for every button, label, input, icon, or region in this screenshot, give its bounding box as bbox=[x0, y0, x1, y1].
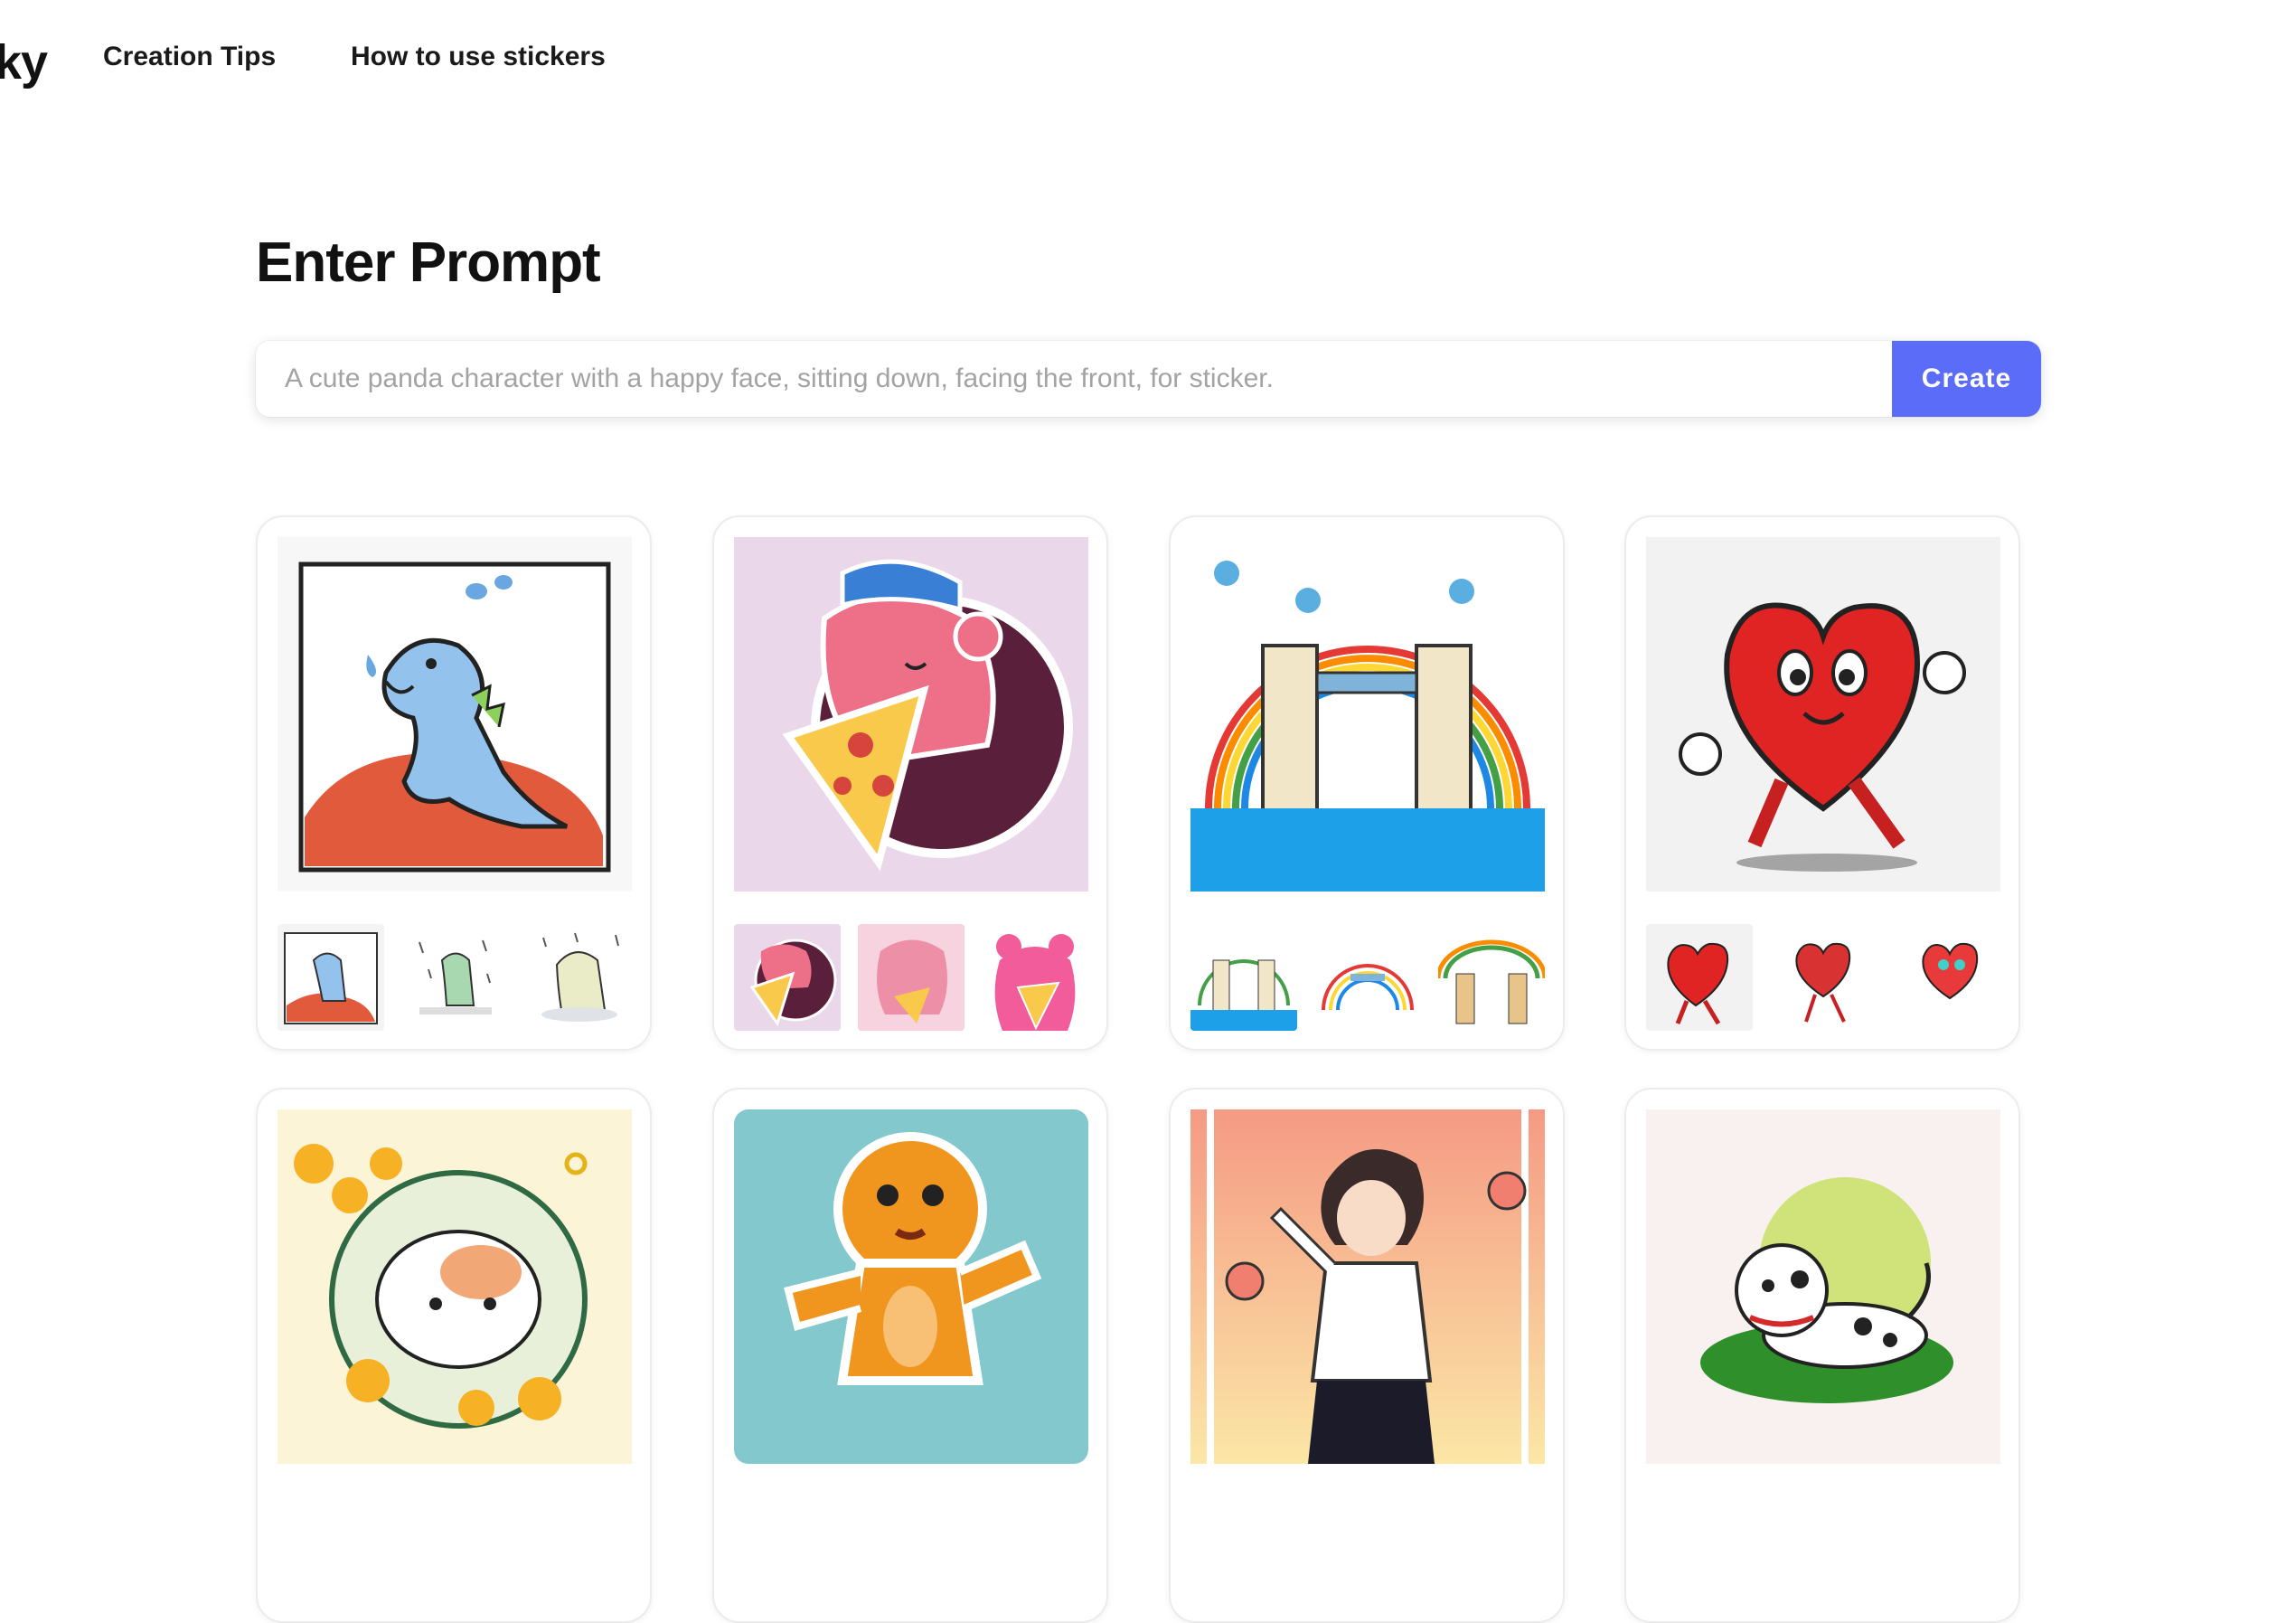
hamster-sticker-icon bbox=[278, 1109, 632, 1464]
sticker-card-bridge-rainbow[interactable] bbox=[1169, 515, 1565, 1051]
heart-sticker-icon bbox=[1770, 924, 1877, 1031]
sticker-preview[interactable] bbox=[1190, 1109, 1545, 1464]
nav-how-to-use-stickers[interactable]: How to use stickers bbox=[351, 42, 606, 72]
sticker-preview[interactable] bbox=[734, 1109, 1088, 1464]
sticker-card-dinosaur[interactable] bbox=[256, 515, 652, 1051]
gingerbread-sticker-icon bbox=[734, 1109, 1088, 1464]
dinosaur-sticker-icon bbox=[278, 924, 384, 1031]
sticker-variant-thumbnail[interactable] bbox=[1894, 924, 2000, 1031]
brand-logo[interactable]: ky bbox=[0, 34, 48, 90]
sticker-preview[interactable] bbox=[1190, 537, 1545, 892]
sticker-variant-thumbnail[interactable] bbox=[1770, 924, 1877, 1031]
bear-pizza-sticker-icon bbox=[858, 924, 965, 1031]
prompt-bar: Create bbox=[256, 341, 2041, 417]
bridge-rainbow-sticker-icon bbox=[1190, 924, 1297, 1031]
heart-sticker-icon bbox=[1646, 537, 2000, 892]
dalmatian-sticker-icon bbox=[1646, 1109, 2000, 1464]
sticker-preview[interactable] bbox=[734, 537, 1088, 892]
sticker-card-hamster[interactable] bbox=[256, 1088, 652, 1623]
sticker-preview[interactable] bbox=[1646, 1109, 2000, 1464]
bear-pizza-sticker-icon bbox=[982, 924, 1088, 1031]
dinosaur-sticker-icon bbox=[525, 924, 632, 1031]
sticker-variant-thumbnail[interactable] bbox=[401, 924, 508, 1031]
dinosaur-sticker-icon bbox=[401, 924, 508, 1031]
sticker-card-bear-pizza[interactable] bbox=[712, 515, 1108, 1051]
top-nav: ky Creation Tips How to use stickers bbox=[0, 0, 2296, 118]
anime-sticker-icon bbox=[1190, 1109, 1545, 1464]
bridge-rainbow-sticker-icon bbox=[1314, 924, 1421, 1031]
sticker-card-dalmatian[interactable] bbox=[1624, 1088, 2020, 1623]
heart-sticker-icon bbox=[1894, 924, 2000, 1031]
sticker-card-anime[interactable] bbox=[1169, 1088, 1565, 1623]
sticker-card-gingerbread[interactable] bbox=[712, 1088, 1108, 1623]
nav-creation-tips[interactable]: Creation Tips bbox=[103, 42, 276, 72]
prompt-input[interactable] bbox=[256, 341, 1892, 417]
sticker-variant-thumbnail[interactable] bbox=[858, 924, 965, 1031]
sticker-preview[interactable] bbox=[1646, 537, 2000, 892]
sticker-variant-thumbnail[interactable] bbox=[1190, 924, 1297, 1031]
sticker-preview[interactable] bbox=[278, 1109, 632, 1464]
sticker-variant-thumbnail[interactable] bbox=[1314, 924, 1421, 1031]
sticker-variant-thumbnail[interactable] bbox=[734, 924, 841, 1031]
sticker-card-heart[interactable] bbox=[1624, 515, 2020, 1051]
sticker-variant-thumbnail[interactable] bbox=[1438, 924, 1545, 1031]
sticker-variant-thumbnail[interactable] bbox=[1646, 924, 1753, 1031]
sticker-variant-thumbnail[interactable] bbox=[525, 924, 632, 1031]
bear-pizza-sticker-icon bbox=[734, 924, 841, 1031]
sticker-variant-thumbnail[interactable] bbox=[278, 924, 384, 1031]
bear-pizza-sticker-icon bbox=[734, 537, 1088, 892]
dinosaur-sticker-icon bbox=[278, 537, 632, 892]
page-title: Enter Prompt bbox=[256, 231, 601, 294]
bridge-rainbow-sticker-icon bbox=[1438, 924, 1545, 1031]
sticker-preview[interactable] bbox=[278, 537, 632, 892]
create-button[interactable]: Create bbox=[1892, 341, 2041, 417]
heart-sticker-icon bbox=[1646, 924, 1753, 1031]
sticker-variant-thumbnail[interactable] bbox=[982, 924, 1088, 1031]
bridge-rainbow-sticker-icon bbox=[1190, 537, 1545, 892]
